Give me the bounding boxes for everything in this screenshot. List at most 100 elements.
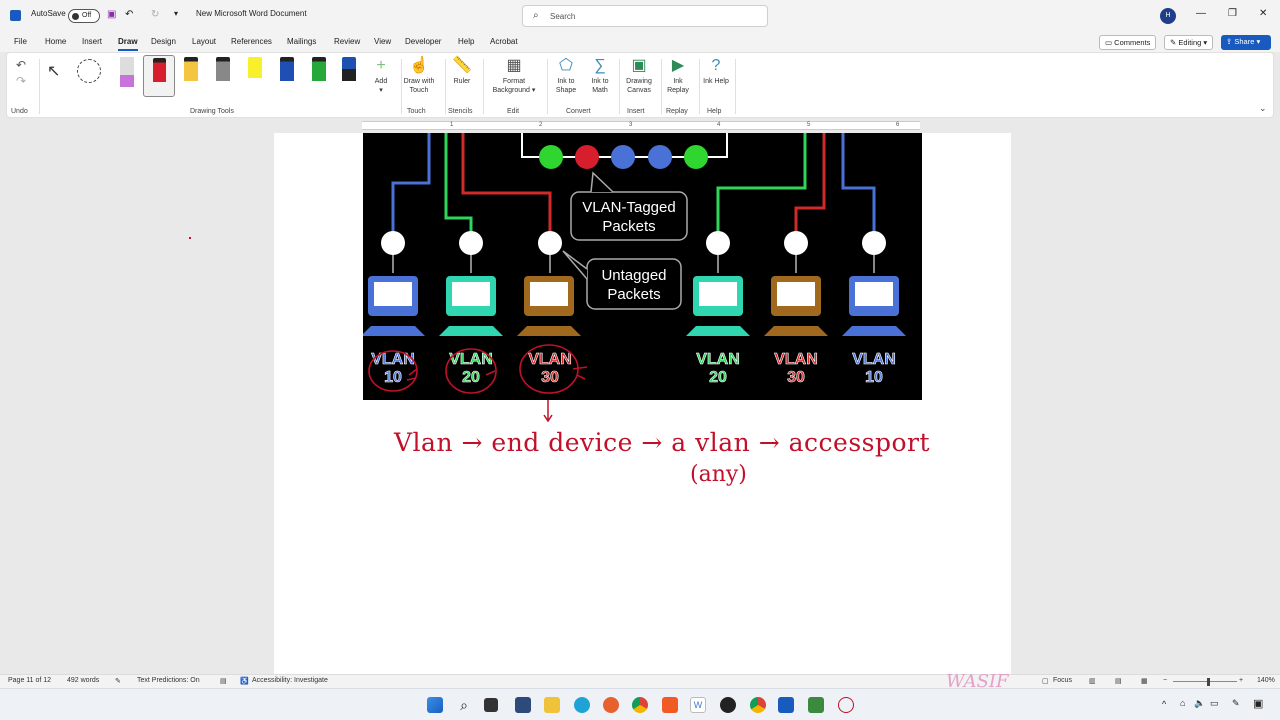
notifications-icon[interactable]: ▣ [1253, 697, 1263, 710]
tab-developer[interactable]: Developer [405, 37, 441, 46]
collapse-ribbon-icon[interactable]: ⌄ [1259, 103, 1267, 114]
vlan-label-number: 30 [787, 369, 805, 386]
macro-icon[interactable]: ▤ [220, 677, 227, 685]
windows-start-icon[interactable] [427, 697, 443, 713]
battery-icon[interactable]: ▭ [1210, 698, 1219, 709]
task-view-icon[interactable] [484, 698, 498, 712]
zoom-slider-thumb[interactable] [1207, 678, 1210, 686]
text-predictions-status[interactable]: Text Predictions: On [137, 677, 200, 684]
tab-design[interactable]: Design [151, 37, 176, 46]
restore-icon[interactable]: ❐ [1228, 8, 1237, 19]
pen-tray-icon[interactable]: ✎ [1232, 698, 1240, 709]
editing-mode-button[interactable]: ✎ Editing ▾ [1164, 35, 1214, 50]
ink-help-button[interactable]: ? Ink Help [703, 55, 729, 86]
draw-with-touch-button[interactable]: ☝ Draw with Touch [401, 55, 437, 95]
galaxy-pen-icon[interactable] [342, 57, 356, 87]
file-explorer-icon[interactable] [544, 697, 560, 713]
zoom-level[interactable]: 140% [1257, 677, 1275, 684]
undo-icon[interactable]: ↶ [16, 58, 26, 72]
drawing-canvas-button[interactable]: ▣ Drawing Canvas [621, 55, 657, 95]
writer-app-icon[interactable]: W [690, 697, 706, 713]
customize-quick-access-icon[interactable]: ▾ [174, 9, 178, 18]
brave-icon[interactable] [662, 697, 678, 713]
tab-draw[interactable]: Draw [118, 37, 138, 51]
vlan-diagram-image[interactable]: VLAN-Tagged Packets Untagged Packets VLA… [363, 133, 922, 400]
ribbon: ↶ ↷ ↖ + Add ▾ ☝ Draw with Touch 📏 Ruler ▦ For… [6, 52, 1274, 118]
selected-pen-frame[interactable] [143, 55, 175, 97]
focus-mode-button[interactable]: Focus [1053, 677, 1072, 684]
firefox-icon[interactable] [603, 697, 619, 713]
tab-home[interactable]: Home [45, 37, 66, 46]
tab-review[interactable]: Review [334, 37, 360, 46]
zoom-slider[interactable] [1173, 681, 1237, 682]
zoom-out-icon[interactable]: − [1163, 677, 1167, 684]
tab-file[interactable]: File [14, 37, 27, 46]
tab-help[interactable]: Help [458, 37, 474, 46]
minimize-icon[interactable]: — [1196, 8, 1206, 19]
untagged-callout-line2: Packets [607, 286, 660, 303]
wire-vlan10-left [391, 133, 431, 243]
add-pen-button[interactable]: + Add ▾ [365, 55, 397, 95]
web-layout-icon[interactable]: ▦ [1141, 677, 1148, 685]
blue-pen-icon[interactable] [280, 57, 294, 87]
word-count[interactable]: 492 words [67, 677, 99, 684]
widgets-icon[interactable] [515, 697, 531, 713]
ink-app-icon[interactable] [838, 697, 854, 713]
tab-insert[interactable]: Insert [82, 37, 102, 46]
lasso-select-icon[interactable] [77, 59, 101, 83]
vlan-label-name: VLAN [774, 351, 818, 368]
search-icon[interactable]: ⌕ [456, 697, 472, 713]
ink-replay-button[interactable]: ▶ Ink Replay [665, 55, 691, 95]
untagged-callout-tail [562, 250, 588, 280]
media-app-icon[interactable] [720, 697, 736, 713]
ink-to-math-button[interactable]: ∑ Ink to Math [587, 55, 613, 95]
proofing-icon[interactable]: ✎ [115, 677, 121, 685]
tab-references[interactable]: References [231, 37, 272, 46]
redo-icon[interactable]: ↷ [16, 74, 26, 88]
chrome-profile-icon[interactable] [750, 697, 766, 713]
autosave-toggle[interactable]: Off [68, 9, 100, 23]
chrome-icon[interactable] [632, 697, 648, 713]
tray-chevron-icon[interactable]: ^ [1162, 699, 1166, 709]
tab-acrobat[interactable]: Acrobat [490, 37, 518, 46]
network-icon[interactable]: ⌂ [1180, 698, 1185, 708]
edge-icon[interactable] [574, 697, 590, 713]
zoom-in-icon[interactable]: + [1239, 677, 1243, 684]
avatar[interactable]: H [1160, 8, 1176, 24]
plus-icon: + [376, 57, 386, 74]
vlan-diagram-svg: VLAN-Tagged Packets Untagged Packets VLA… [363, 133, 906, 394]
save-icon[interactable]: ▣ [107, 9, 116, 20]
volume-icon[interactable]: 🔈 [1194, 698, 1205, 709]
horizontal-ruler[interactable]: 1 2 3 4 5 6 [0, 119, 1280, 133]
ruler-button[interactable]: 📏 Ruler [449, 55, 475, 86]
word-logo-icon [10, 10, 21, 21]
highlighter-icon[interactable] [248, 57, 262, 87]
close-icon[interactable]: ✕ [1259, 8, 1267, 19]
print-layout-icon[interactable]: ▤ [1115, 677, 1122, 685]
select-pointer-icon[interactable]: ↖ [47, 61, 60, 81]
word-taskbar-icon[interactable] [778, 697, 794, 713]
vlan-label-name: VLAN [852, 351, 896, 368]
ruler-number: 4 [717, 122, 721, 128]
comments-button[interactable]: ▭ Comments [1099, 35, 1157, 50]
tab-mailings[interactable]: Mailings [287, 37, 316, 46]
format-background-button[interactable]: ▦ Format Background ▾ [487, 55, 541, 95]
app-icon[interactable] [808, 697, 824, 713]
ink-to-shape-button[interactable]: ⬠ Ink to Shape [553, 55, 579, 95]
tab-layout[interactable]: Layout [192, 37, 216, 46]
accessibility-status[interactable]: Accessibility: Investigate [252, 677, 328, 684]
tab-view[interactable]: View [374, 37, 391, 46]
read-mode-icon[interactable]: ▥ [1089, 677, 1096, 685]
undo-icon[interactable]: ↶ [125, 9, 133, 20]
green-pen-icon[interactable] [312, 57, 326, 87]
eraser-icon[interactable] [120, 57, 134, 87]
search-box[interactable]: ⌕ Search [522, 5, 768, 27]
share-button[interactable]: ⇪ Share ▾ [1221, 35, 1271, 50]
ink-to-math-label: Ink to Math [591, 78, 609, 94]
document-title[interactable]: New Microsoft Word Document [196, 9, 307, 18]
page-count[interactable]: Page 11 of 12 [8, 677, 51, 684]
help-icon: ? [711, 57, 721, 74]
redo-icon[interactable]: ↻ [151, 9, 159, 20]
yellow-pencil-icon[interactable] [184, 57, 198, 87]
gray-pencil-icon[interactable] [216, 57, 230, 87]
